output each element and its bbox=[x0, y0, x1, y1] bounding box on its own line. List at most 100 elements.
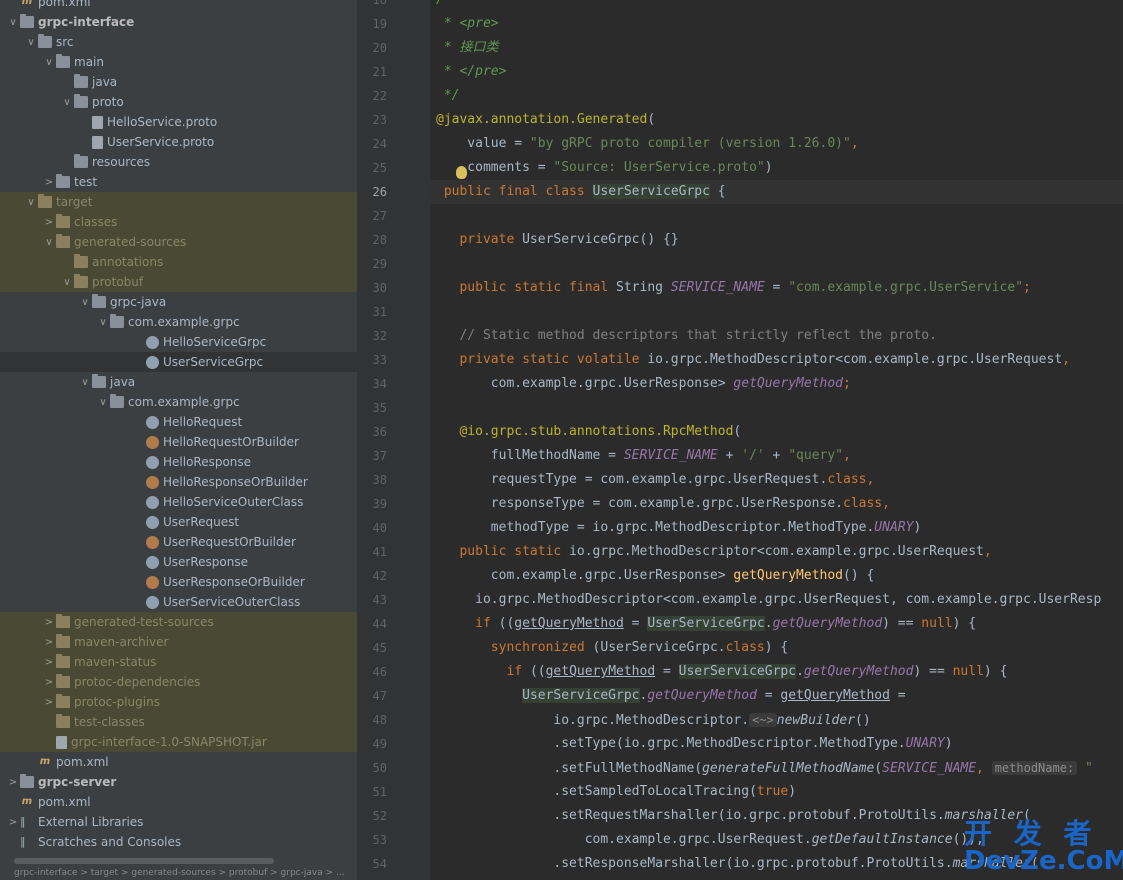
code-line[interactable]: synchronized (UserServiceGrpc.class) { bbox=[436, 636, 788, 660]
code-line[interactable]: io.grpc.MethodDescriptor. <~> newBuilder() bbox=[436, 708, 871, 732]
tree-item[interactable]: ∨ grpc-interface bbox=[0, 12, 357, 32]
chevron-icon[interactable]: > bbox=[42, 217, 56, 228]
tree-item[interactable]: ∨ proto bbox=[0, 92, 357, 112]
chevron-icon[interactable]: > bbox=[6, 777, 20, 788]
code-line[interactable]: .setSampledToLocalTracing(true) bbox=[436, 780, 796, 804]
code-editor[interactable]: /** * <pre> * 接口类 * </pre> */ @javax.anno… bbox=[430, 0, 1123, 880]
chevron-icon[interactable]: ∨ bbox=[24, 197, 38, 208]
code-line[interactable]: com.example.grpc.UserRequest.getDefaultI… bbox=[436, 828, 984, 852]
tree-item[interactable]: ∨ main bbox=[0, 52, 357, 72]
code-line[interactable]: public static io.grpc.MethodDescriptor<c… bbox=[436, 540, 991, 564]
chevron-icon[interactable]: ∨ bbox=[24, 37, 38, 48]
tree-item[interactable]: m pom.xml bbox=[0, 752, 357, 772]
tree-item[interactable]: > test bbox=[0, 172, 357, 192]
tree-item[interactable]: HelloRequest bbox=[0, 412, 357, 432]
chevron-icon[interactable]: ∨ bbox=[60, 97, 74, 108]
chevron-icon[interactable]: ∨ bbox=[6, 17, 20, 28]
tree-item[interactable]: HelloServiceGrpc bbox=[0, 332, 357, 352]
tree-item[interactable]: HelloRequestOrBuilder bbox=[0, 432, 357, 452]
tree-item[interactable]: > ‖ External Libraries bbox=[0, 812, 357, 832]
chevron-icon[interactable]: ∨ bbox=[60, 277, 74, 288]
chevron-icon[interactable]: > bbox=[42, 657, 56, 668]
tree-item[interactable]: m pom.xml bbox=[0, 792, 357, 812]
tree-item[interactable]: > protoc-plugins bbox=[0, 692, 357, 712]
chevron-icon[interactable]: ∨ bbox=[42, 57, 56, 68]
tree-item[interactable]: java bbox=[0, 72, 357, 92]
tree-item[interactable]: ∨ target bbox=[0, 192, 357, 212]
code-line[interactable]: .setRequestMarshaller(io.grpc.protobuf.P… bbox=[436, 804, 1030, 828]
code-line[interactable]: if ((getQueryMethod = UserServiceGrpc.ge… bbox=[436, 660, 1007, 684]
tree-item[interactable]: UserService.proto bbox=[0, 132, 357, 152]
tree-item[interactable]: > maven-status bbox=[0, 652, 357, 672]
code-line[interactable]: methodType = io.grpc.MethodDescriptor.Me… bbox=[436, 516, 921, 540]
tree-item[interactable]: UserRequest bbox=[0, 512, 357, 532]
code-line[interactable]: io.grpc.MethodDescriptor<com.example.grp… bbox=[436, 588, 1101, 612]
code-line[interactable]: @io.grpc.stub.annotations.RpcMethod( bbox=[436, 420, 741, 444]
tree-item[interactable]: HelloResponse bbox=[0, 452, 357, 472]
lightbulb-icon[interactable] bbox=[456, 166, 467, 179]
code-line[interactable]: @javax.annotation.Generated( bbox=[436, 108, 655, 132]
tree-item[interactable]: annotations bbox=[0, 252, 357, 272]
tree-item[interactable]: HelloServiceOuterClass bbox=[0, 492, 357, 512]
code-line[interactable]: .setResponseMarshaller(io.grpc.protobuf.… bbox=[436, 852, 1038, 876]
tree-item[interactable]: > protoc-dependencies bbox=[0, 672, 357, 692]
tree-item[interactable]: ∨ grpc-java bbox=[0, 292, 357, 312]
tree-item[interactable]: ∨ java bbox=[0, 372, 357, 392]
code-line[interactable]: fullMethodName = SERVICE_NAME + '/' + "q… bbox=[436, 444, 851, 468]
tree-item[interactable]: > grpc-server bbox=[0, 772, 357, 792]
tree-item[interactable]: test-classes bbox=[0, 712, 357, 732]
code-line[interactable]: private static volatile io.grpc.MethodDe… bbox=[436, 348, 1070, 372]
tree-item[interactable]: grpc-interface-1.0-SNAPSHOT.jar bbox=[0, 732, 357, 752]
tree-item[interactable]: ∨ com.example.grpc bbox=[0, 392, 357, 412]
code-line[interactable]: */ bbox=[436, 84, 460, 108]
code-line[interactable]: // Static method descriptors that strict… bbox=[436, 324, 936, 348]
tree-item[interactable]: HelloService.proto bbox=[0, 112, 357, 132]
chevron-icon[interactable]: > bbox=[42, 677, 56, 688]
tree-item[interactable]: UserResponse bbox=[0, 552, 357, 572]
chevron-icon[interactable]: > bbox=[6, 817, 20, 828]
tree-item[interactable]: ∨ com.example.grpc bbox=[0, 312, 357, 332]
code-line[interactable]: comments = "Source: UserService.proto") bbox=[436, 156, 772, 180]
code-line[interactable]: * 接口类 bbox=[436, 36, 499, 60]
code-line[interactable]: public static final String SERVICE_NAME … bbox=[436, 276, 1030, 300]
tree-item[interactable]: UserResponseOrBuilder bbox=[0, 572, 357, 592]
code-line[interactable]: .setType(io.grpc.MethodDescriptor.Method… bbox=[436, 732, 952, 756]
tree-horizontal-scrollbar[interactable] bbox=[14, 858, 274, 864]
tree-item[interactable]: UserServiceOuterClass bbox=[0, 592, 357, 612]
code-line[interactable]: /** bbox=[436, 0, 459, 12]
chevron-icon[interactable]: ∨ bbox=[78, 297, 92, 308]
chevron-icon[interactable]: > bbox=[42, 697, 56, 708]
tree-item[interactable]: ‖ Scratches and Consoles bbox=[0, 832, 357, 852]
tree-item[interactable]: UserServiceGrpc bbox=[0, 352, 357, 372]
tree-item[interactable]: > generated-test-sources bbox=[0, 612, 357, 632]
code-line[interactable]: value = "by gRPC proto compiler (version… bbox=[436, 132, 858, 156]
tree-item[interactable]: > classes bbox=[0, 212, 357, 232]
tree-item[interactable]: HelloResponseOrBuilder bbox=[0, 472, 357, 492]
code-line[interactable]: requestType = com.example.grpc.UserReque… bbox=[436, 468, 875, 492]
chevron-icon[interactable]: ∨ bbox=[78, 377, 92, 388]
code-line[interactable]: if ((getQueryMethod = UserServiceGrpc.ge… bbox=[436, 612, 976, 636]
project-tree[interactable]: m pom.xml ∨ grpc-interface ∨ src ∨ main java ∨ pro… bbox=[0, 0, 357, 880]
code-line[interactable]: .setFullMethodName(generateFullMethodNam… bbox=[436, 756, 1093, 780]
chevron-icon[interactable]: > bbox=[42, 637, 56, 648]
code-line[interactable]: UserServiceGrpc.getQueryMethod = getQuer… bbox=[436, 684, 906, 708]
tree-item[interactable]: UserRequestOrBuilder bbox=[0, 532, 357, 552]
tree-item[interactable]: m pom.xml bbox=[0, 0, 357, 12]
code-line[interactable]: responseType = com.example.grpc.UserResp… bbox=[436, 492, 890, 516]
code-line[interactable]: * <pre> bbox=[436, 12, 499, 36]
chevron-icon[interactable]: ∨ bbox=[96, 317, 110, 328]
code-line[interactable]: com.example.grpc.UserResponse> getQueryM… bbox=[436, 564, 875, 588]
code-line[interactable]: * </pre> bbox=[436, 60, 507, 84]
code-line[interactable]: public final class UserServiceGrpc { bbox=[436, 180, 726, 204]
chevron-icon[interactable]: ∨ bbox=[96, 397, 110, 408]
chevron-icon[interactable]: > bbox=[42, 617, 56, 628]
tree-item[interactable]: ∨ protobuf bbox=[0, 272, 357, 292]
tree-item[interactable]: ∨ src bbox=[0, 32, 357, 52]
tree-item[interactable]: ∨ generated-sources bbox=[0, 232, 357, 252]
code-line[interactable]: private UserServiceGrpc() {} bbox=[436, 228, 678, 252]
chevron-icon[interactable]: ∨ bbox=[42, 237, 56, 248]
code-line[interactable]: com.example.grpc.UserResponse> getQueryM… bbox=[436, 372, 851, 396]
chevron-icon[interactable]: > bbox=[42, 177, 56, 188]
tree-item[interactable]: resources bbox=[0, 152, 357, 172]
tree-item[interactable]: > maven-archiver bbox=[0, 632, 357, 652]
